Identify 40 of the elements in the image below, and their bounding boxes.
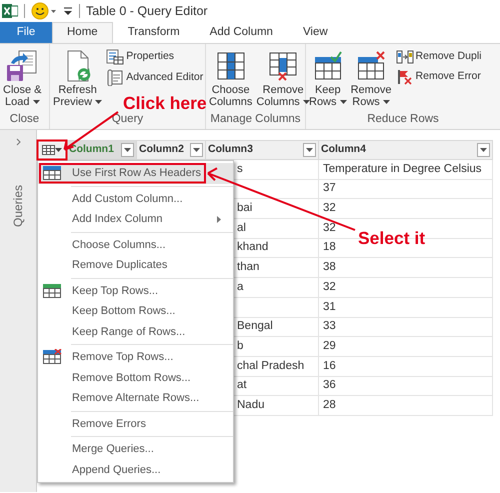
table-cell: 37 — [318, 179, 492, 199]
ribbon-button[interactable]: Close & Load — [2, 48, 43, 108]
group-label: Manage Columns — [209, 112, 302, 127]
table-cell: 32 — [318, 278, 492, 298]
group-label: Reduce Rows — [366, 112, 440, 127]
ribbon-tab[interactable]: Home — [52, 22, 113, 43]
ribbon-button[interactable]: Choose Columns — [208, 48, 254, 108]
group-label: Close — [8, 112, 40, 127]
ribbon-tab[interactable]: Transform — [112, 22, 195, 43]
table-cell: 28 — [318, 396, 492, 416]
table-cell: 16 — [318, 356, 492, 376]
ribbon-button[interactable]: Advanced Editor — [105, 68, 204, 87]
ribbon-button[interactable]: Remove Dupli — [394, 48, 482, 66]
column-header[interactable]: Column2 — [136, 140, 206, 160]
ribbon-tab[interactable]: View — [288, 22, 343, 43]
column-header[interactable]: Column4 — [318, 140, 492, 160]
ribbon-button[interactable]: Remove Error — [394, 68, 482, 86]
window-title: Table 0 - Query Editor — [86, 2, 208, 20]
table-cell: 38 — [318, 258, 492, 278]
menu-item[interactable]: Merge Queries... — [38, 439, 233, 460]
callout-text: Click here — [123, 92, 207, 114]
column-header[interactable]: Column1 — [66, 140, 136, 160]
column-header[interactable]: Column3 — [206, 140, 318, 160]
table-cell: 29 — [318, 336, 492, 356]
group-label: Query — [110, 112, 144, 127]
table-cell: 36 — [318, 376, 492, 396]
file-tab[interactable]: File — [0, 22, 52, 43]
menu-item[interactable]: Append Queries... — [38, 460, 233, 480]
table-cell: 31 — [318, 297, 492, 317]
menu-item[interactable]: Remove Errors — [38, 414, 233, 434]
ribbon-button[interactable]: Properties — [105, 48, 204, 66]
ribbon-button[interactable]: Keep Rows — [308, 48, 348, 108]
ribbon-tab[interactable]: Add Column — [194, 22, 288, 43]
ribbon-button[interactable]: Remove Columns — [255, 48, 311, 108]
table-cell: 33 — [318, 317, 492, 337]
table-cell: Temperature in Degree Celsius — [318, 160, 492, 180]
ribbon-button[interactable]: Refresh Preview — [52, 48, 104, 108]
sidebar-label: Queries — [10, 184, 26, 228]
ribbon-button[interactable]: Remove Rows — [350, 48, 393, 108]
table-cell: 32 — [318, 198, 492, 219]
